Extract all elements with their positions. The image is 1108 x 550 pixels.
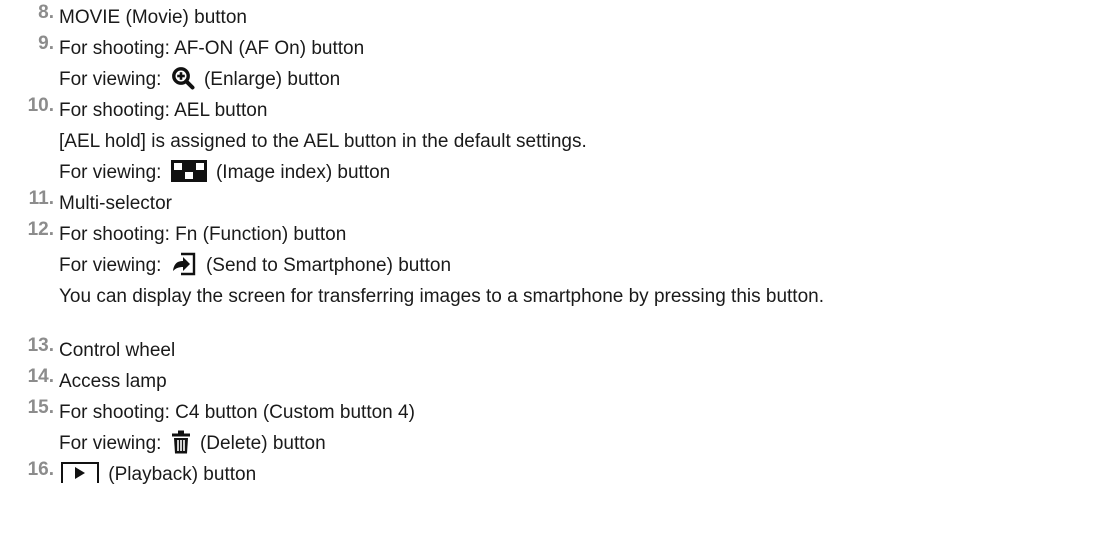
viewing-line: For viewing: (Send to Smartphone) button	[59, 250, 1108, 281]
viewing-suffix: (Image index) button	[215, 162, 391, 183]
item-text: [AEL hold] is assigned to the AEL button…	[59, 131, 587, 152]
item-text: Control wheel	[59, 340, 176, 361]
playback-suffix: (Playback) button	[108, 464, 257, 485]
item-text: For shooting: AEL button	[59, 100, 268, 121]
item-number: 15.	[27, 397, 54, 418]
playback-line: (Playback) button	[59, 459, 1108, 490]
viewing-prefix: For viewing:	[59, 433, 162, 454]
item-text: Multi-selector	[59, 193, 172, 214]
viewing-prefix: For viewing:	[59, 69, 162, 90]
item-number: 14.	[27, 366, 54, 387]
item-note: You can display the screen for transferr…	[59, 286, 825, 307]
list-item: 16. (Playback) button	[0, 459, 1108, 490]
zoom-in-icon	[171, 66, 195, 90]
item-number: 16.	[27, 459, 54, 480]
list-item: 8. MOVIE (Movie) button	[0, 2, 1108, 33]
viewing-line: For viewing: (Image index) button	[59, 157, 1108, 188]
list-item: 15. For shooting: C4 button (Custom butt…	[0, 397, 1108, 459]
list-item: 11. Multi-selector	[0, 188, 1108, 219]
viewing-prefix: For viewing:	[59, 255, 162, 276]
list-item: 13. Control wheel	[0, 335, 1108, 366]
list-item: 9. For shooting: AF-ON (AF On) button Fo…	[0, 33, 1108, 95]
item-text: For shooting: Fn (Function) button	[59, 224, 347, 245]
item-text: For shooting: AF-ON (AF On) button	[59, 38, 365, 59]
image-index-icon	[170, 159, 207, 182]
playback-icon	[61, 461, 99, 484]
item-number: 10.	[27, 95, 54, 116]
send-to-smartphone-icon	[171, 252, 197, 276]
viewing-suffix: (Send to Smartphone) button	[205, 255, 452, 276]
trash-icon	[171, 430, 191, 454]
item-text: For shooting: C4 button (Custom button 4…	[59, 402, 415, 423]
item-number: 9.	[38, 33, 54, 54]
item-number: 12.	[27, 219, 54, 240]
viewing-suffix: (Enlarge) button	[203, 69, 341, 90]
list-item: 10. For shooting: AEL button [AEL hold] …	[0, 95, 1108, 188]
list-item: 12. For shooting: Fn (Function) button F…	[0, 219, 1108, 335]
item-text: MOVIE (Movie) button	[59, 7, 247, 28]
viewing-line: For viewing: (Delete) button	[59, 428, 1108, 459]
viewing-line: For viewing: (Enlarge) button	[59, 64, 1108, 95]
viewing-suffix: (Delete) button	[199, 433, 326, 454]
item-number: 11.	[28, 188, 54, 209]
item-number: 13.	[27, 335, 54, 356]
item-number: 8.	[38, 2, 54, 23]
button-description-list: 8. MOVIE (Movie) button 9. For shooting:…	[0, 2, 1108, 490]
viewing-prefix: For viewing:	[59, 162, 162, 183]
list-item: 14. Access lamp	[0, 366, 1108, 397]
item-text: Access lamp	[59, 371, 167, 392]
